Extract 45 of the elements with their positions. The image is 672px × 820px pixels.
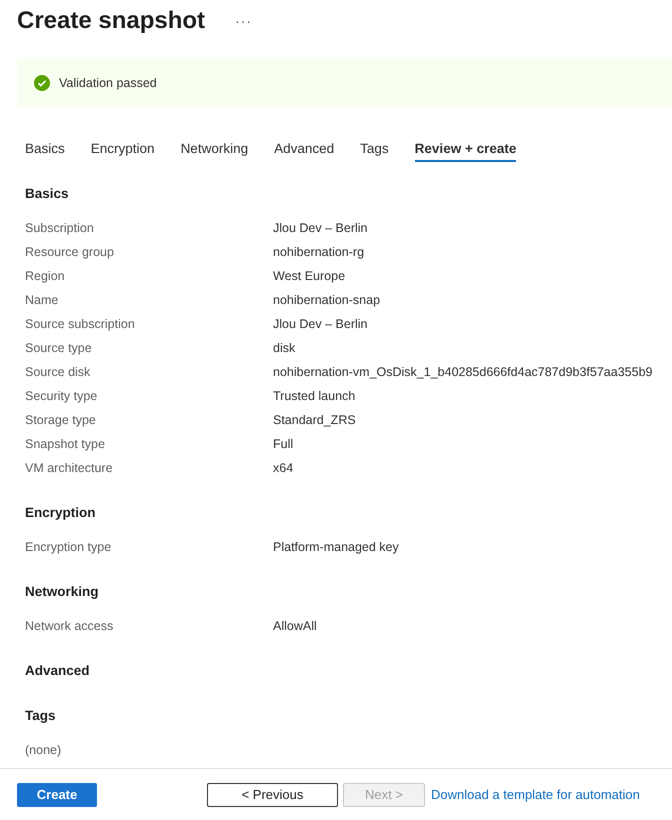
field-label: Source subscription [25,317,136,331]
field-value: Full [273,437,294,451]
field-value: nohibernation-vm_OsDisk_1_b40285d666fd4ac787d9b3f57aa355b9 [273,365,652,379]
tab[interactable]: Basics [25,136,65,162]
field-label: VM architecture [25,461,114,475]
section-heading: Advanced [25,663,91,680]
field-label: Source type [25,341,93,355]
section-heading: Tags [25,708,57,725]
field-label: Region [25,269,66,283]
field-value: disk [273,341,296,355]
field-value: Jlou Dev – Berlin [273,221,368,235]
field-value: Standard_ZRS [273,413,356,427]
field-value: West Europe [273,269,346,283]
field-value: nohibernation-rg [273,245,364,259]
nav-button[interactable]: < Previous [207,782,338,806]
field-value: Trusted launch [273,389,356,403]
tab[interactable]: Tags [360,136,389,162]
tab[interactable]: Review + create [414,136,516,162]
check-icon [34,75,50,91]
field-label: Source disk [25,365,92,379]
banner-text: Validation passed [59,76,157,90]
section-heading: Encryption [25,505,97,522]
field-label: Encryption type [25,540,112,554]
template-link[interactable]: Download a template for automation [431,787,640,802]
field-label: Storage type [25,413,97,427]
tab[interactable]: Advanced [274,136,334,162]
field-value: AllowAll [273,619,317,633]
field-label: Snapshot type [25,437,106,451]
field-label: Security type [25,389,98,403]
field-label: Network access [25,619,114,633]
tab[interactable]: Encryption [90,136,155,162]
field-label: Subscription [25,221,95,235]
page-title: Create snapshot [17,7,206,35]
create-button[interactable]: Create [17,782,97,806]
empty-text: (none) [25,743,62,757]
field-value: Jlou Dev – Berlin [273,317,368,331]
more-button[interactable]: ··· [231,13,256,29]
section-heading: Networking [25,584,100,601]
field-label: Resource group [25,245,115,259]
tab[interactable]: Networking [180,136,248,162]
field-value: Platform-managed key [273,540,399,554]
section-heading: Basics [25,186,70,203]
field-label: Name [25,293,60,307]
field-value: x64 [273,461,294,475]
field-value: nohibernation-snap [273,293,380,307]
